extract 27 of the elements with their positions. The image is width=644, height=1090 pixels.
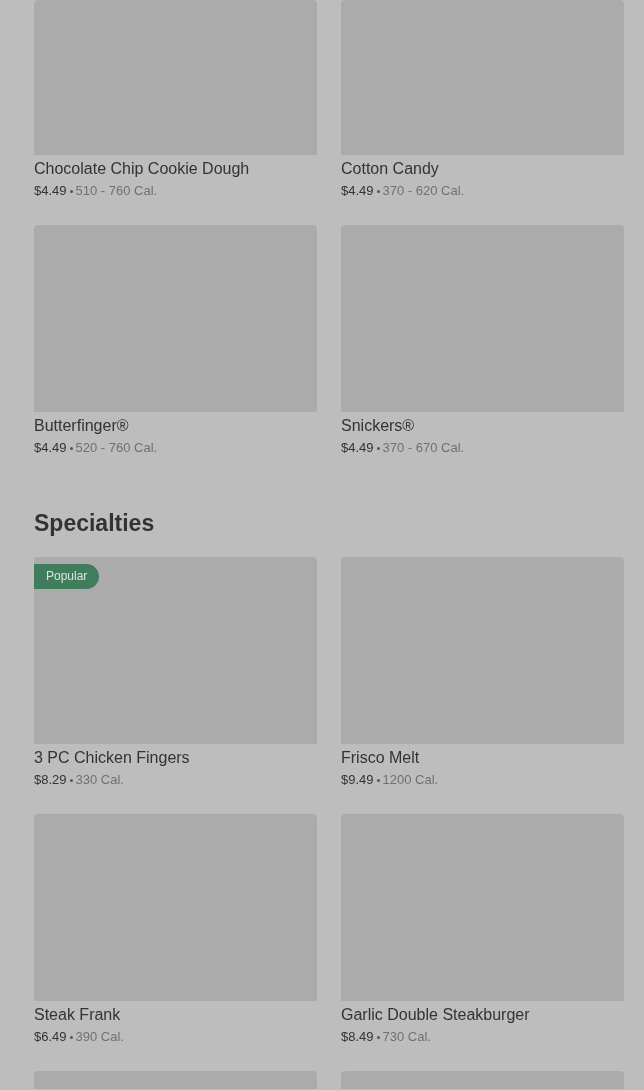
item-calories: 370 - 670 Cal. xyxy=(382,439,465,457)
item-price: $4.49 xyxy=(34,439,67,457)
item-price: $4.49 xyxy=(34,182,67,200)
item-name[interactable]: Cotton Candy xyxy=(341,158,624,180)
item-price: $8.49 xyxy=(341,1028,374,1046)
image-placeholder[interactable]: Popular xyxy=(34,557,317,744)
item-calories: 390 Cal. xyxy=(75,1028,124,1046)
item-name[interactable]: Snickers® xyxy=(341,415,624,437)
item-price: $4.49 xyxy=(341,182,374,200)
item-calories: 520 - 760 Cal. xyxy=(75,439,158,457)
item-name[interactable]: Butterfinger® xyxy=(34,415,317,437)
item-calories: 730 Cal. xyxy=(382,1028,431,1046)
section-heading: Specialties xyxy=(34,509,156,537)
item-price: $8.29 xyxy=(34,771,67,789)
item-price: $6.49 xyxy=(34,1028,67,1046)
item-calories: 330 Cal. xyxy=(75,771,124,789)
item-calories: 510 - 760 Cal. xyxy=(75,182,158,200)
popular-badge: Popular xyxy=(34,564,100,589)
item-name[interactable]: Garlic Double Steakburger xyxy=(341,1004,624,1026)
item-name[interactable]: Chocolate Chip Cookie Dough xyxy=(34,158,317,180)
item-price: $9.49 xyxy=(341,771,374,789)
item-name[interactable]: 3 PC Chicken Fingers xyxy=(34,747,317,769)
item-calories: 370 - 620 Cal. xyxy=(382,182,465,200)
item-name[interactable]: Frisco Melt xyxy=(341,747,624,769)
item-price: $4.49 xyxy=(341,439,374,457)
item-calories: 1200 Cal. xyxy=(382,771,439,789)
item-name[interactable]: Steak Frank xyxy=(34,1004,317,1026)
